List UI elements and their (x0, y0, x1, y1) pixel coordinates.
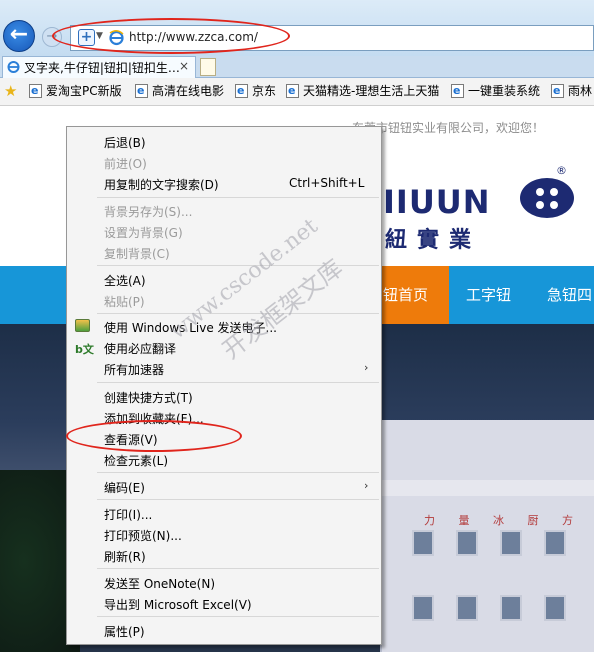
menu-separator (97, 382, 379, 383)
menu-item-print-preview[interactable]: 打印预览(N)... (104, 527, 182, 544)
forward-button[interactable]: → (42, 27, 62, 47)
menu-item-print[interactable]: 打印(I)... (104, 506, 152, 523)
menu-item-encoding[interactable]: 编码(E) (104, 479, 145, 496)
building-sign: 力 量 冰 厨 方 向 (424, 514, 594, 527)
menu-shortcut: Ctrl+Shift+L (289, 176, 365, 190)
submenu-arrow-icon: › (364, 361, 369, 374)
nav-item-snap-button[interactable]: 急钮四 (547, 284, 592, 305)
menu-item-paste[interactable]: 粘贴(P) (104, 293, 145, 310)
close-icon[interactable]: × (179, 59, 189, 73)
favorite-link[interactable]: 高清在线电影 (135, 82, 224, 100)
page-icon (451, 82, 464, 100)
ie-page-icon (109, 30, 124, 46)
menu-separator (97, 472, 379, 473)
page-icon (29, 82, 42, 100)
page-icon (235, 82, 248, 100)
button-logo-icon (520, 178, 574, 218)
address-url[interactable]: http://www.zzca.com/ (129, 30, 258, 44)
menu-item-all-accelerators[interactable]: 所有加速器 (104, 361, 164, 378)
menu-separator (97, 313, 379, 314)
favorite-link[interactable]: 天猫精选-理想生活上天猫 (286, 82, 439, 100)
site-logo-chinese: 紐實業 (385, 228, 482, 253)
menu-item-inspect-element[interactable]: 检查元素(L) (104, 452, 168, 469)
new-tab-button[interactable] (200, 58, 216, 76)
chevron-down-icon[interactable]: ▼ (96, 31, 103, 41)
menu-item-send-onenote[interactable]: 发送至 OneNote(N) (104, 575, 215, 592)
favorites-star-icon[interactable]: ★ (4, 82, 17, 100)
menu-item-search-copied-text[interactable]: 用复制的文字搜索(D) (104, 176, 219, 193)
add-site-icon[interactable]: + (78, 29, 95, 46)
nav-item-home[interactable]: 钮首页 (383, 284, 428, 305)
menu-item-save-background[interactable]: 背景另存为(S)... (104, 203, 192, 220)
menu-item-create-shortcut[interactable]: 创建快捷方式(T) (104, 389, 193, 406)
menu-item-windows-live-email[interactable]: 使用 Windows Live 发送电子... (104, 319, 277, 336)
page-icon (286, 82, 299, 100)
submenu-arrow-icon: › (364, 479, 369, 492)
favorite-link[interactable]: 京东 (235, 82, 276, 100)
page-icon (551, 82, 564, 100)
menu-item-back[interactable]: 后退(B) (104, 134, 146, 151)
menu-item-refresh[interactable]: 刷新(R) (104, 548, 146, 565)
menu-separator (97, 568, 379, 569)
menu-item-add-favorites[interactable]: 添加到收藏夹(F)... (104, 410, 204, 427)
forward-arrow-icon: → (46, 29, 58, 44)
menu-separator (97, 616, 379, 617)
favorite-link[interactable]: 一键重装系统 (451, 82, 540, 100)
windows-live-icon (75, 319, 90, 332)
factory-building-image (380, 420, 594, 652)
nav-item-i-button[interactable]: 工字钮 (466, 284, 511, 305)
building-roof (380, 480, 594, 496)
menu-item-set-background[interactable]: 设置为背景(G) (104, 224, 183, 241)
menu-separator (97, 197, 379, 198)
menu-separator (97, 265, 379, 266)
menu-item-bing-translate[interactable]: 使用必应翻译 (104, 340, 176, 357)
page-icon (135, 82, 148, 100)
tab-title[interactable]: 叉字夹,牛仔钮|钮扣|钮扣生… (24, 59, 180, 76)
menu-item-export-excel[interactable]: 导出到 Microsoft Excel(V) (104, 596, 252, 613)
menu-item-properties[interactable]: 属性(P) (104, 623, 145, 640)
ie-tab-icon (7, 61, 20, 73)
menu-separator (97, 499, 379, 500)
site-logo[interactable]: IIUUN (383, 183, 491, 221)
bing-translate-icon: b文 (75, 343, 94, 356)
back-button[interactable]: ← (3, 20, 35, 52)
favorite-link[interactable]: 雨林 (551, 82, 592, 100)
menu-item-forward[interactable]: 前进(O) (104, 155, 147, 172)
menu-item-copy-background[interactable]: 复制背景(C) (104, 245, 170, 262)
menu-item-select-all[interactable]: 全选(A) (104, 272, 146, 289)
menu-item-view-source[interactable]: 查看源(V) (104, 431, 158, 448)
favorite-link[interactable]: 爱淘宝PC新版 (29, 82, 122, 100)
back-arrow-icon: ← (9, 22, 29, 47)
